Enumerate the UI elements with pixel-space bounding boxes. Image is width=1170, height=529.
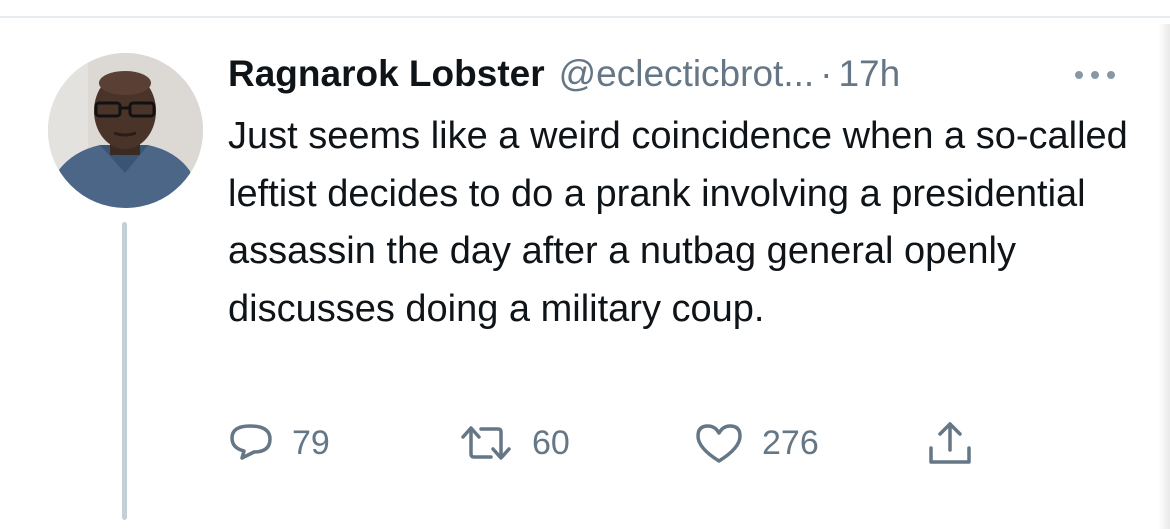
timestamp[interactable]: 17h	[838, 52, 900, 96]
heart-icon	[696, 424, 742, 463]
retweet-icon	[461, 426, 511, 460]
header-separator: ·	[820, 53, 833, 94]
tweet-actions: 79 60 276	[228, 420, 988, 466]
reply-count: 79	[292, 424, 330, 462]
retweet-button[interactable]: 60	[458, 420, 570, 466]
thread-line	[122, 222, 127, 520]
tweet-text: Just seems like a weird coincidence when…	[228, 115, 1128, 330]
share-icon	[929, 422, 971, 464]
retweet-count: 60	[532, 424, 570, 462]
like-count: 276	[762, 424, 819, 462]
top-divider	[0, 16, 1170, 18]
avatar-photo	[48, 53, 203, 208]
display-name[interactable]: Ragnarok Lobster	[228, 52, 545, 96]
avatar[interactable]	[48, 53, 203, 208]
tweet-header: Ragnarok Lobster @eclecticbrot... · 17h	[228, 52, 900, 96]
user-handle[interactable]: @eclecticbrot...	[559, 52, 815, 96]
more-options-button[interactable]	[1073, 68, 1123, 82]
reply-button[interactable]: 79	[228, 420, 330, 466]
page-edge-shadow	[1158, 24, 1170, 529]
reply-icon	[230, 424, 272, 460]
share-button[interactable]	[925, 420, 975, 466]
more-horizontal-icon	[1075, 71, 1115, 79]
like-button[interactable]: 276	[694, 420, 819, 466]
